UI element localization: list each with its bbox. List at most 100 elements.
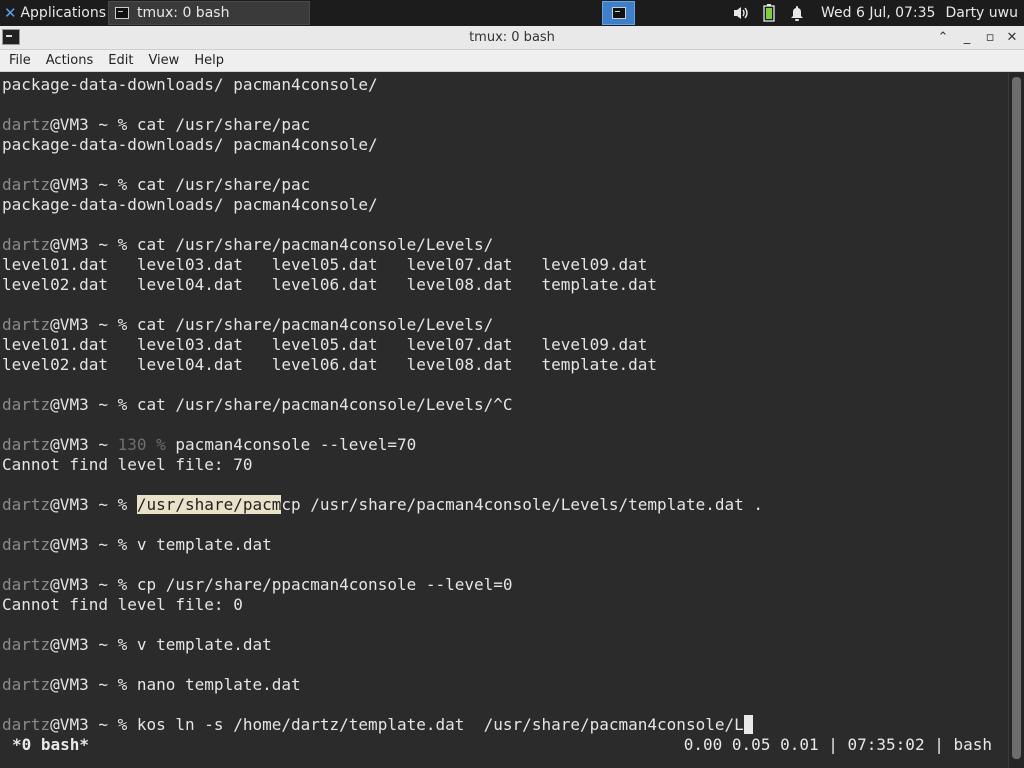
roll-up-icon[interactable]: ⌃	[934, 29, 952, 47]
terminal-line: Cannot find level file: 70	[2, 455, 763, 475]
terminal-text: package-data-downloads/ pacman4console/	[2, 75, 378, 94]
menu-bar: File Actions Edit View Help	[0, 50, 1024, 72]
notification-bell-icon[interactable]	[788, 4, 806, 22]
terminal-text: dartz	[2, 635, 51, 654]
terminal-text: @VM3 ~ %	[50, 495, 137, 514]
terminal-text: dartz	[2, 435, 51, 454]
terminal-text: dartz	[2, 675, 51, 694]
terminal-text: level01.dat level03.dat level05.dat leve…	[2, 255, 648, 274]
terminal-cursor	[743, 715, 754, 734]
window-titlebar[interactable]: tmux: 0 bash ⌃ _ ▫ ✕	[0, 26, 1024, 50]
system-tray: Wed 6 Jul, 07:35 Darty uwu	[727, 0, 1024, 26]
terminal-text: @VM3 ~ % cat /usr/share/pac	[50, 115, 311, 134]
scrollbar-thumb[interactable]	[1012, 77, 1021, 759]
menu-file[interactable]: File	[0, 53, 37, 68]
terminal-line: dartz@VM3 ~ % cat /usr/share/pac	[2, 175, 763, 195]
xfce-logo-icon: ✕	[3, 4, 17, 22]
terminal-line: dartz@VM3 ~ % nano template.dat	[2, 675, 763, 695]
terminal-line: dartz@VM3 ~ % cat /usr/share/pac	[2, 115, 763, 135]
terminal-text: level02.dat level04.dat level06.dat leve…	[2, 275, 658, 294]
terminal-text: Cannot find level file: 70	[2, 455, 253, 474]
terminal-text: dartz	[2, 315, 51, 334]
menu-view[interactable]: View	[139, 53, 185, 68]
tmux-status-bar: *0 bash* 0.00 0.05 0.01 | 07:35:02 | bas…	[0, 735, 1008, 755]
terminal-line: level01.dat level03.dat level05.dat leve…	[2, 255, 763, 275]
terminal-icon	[115, 7, 129, 19]
terminal-line: level02.dat level04.dat level06.dat leve…	[2, 275, 763, 295]
terminal-text: Cannot find level file: 0	[2, 595, 243, 614]
terminal-line: dartz@VM3 ~ % cat /usr/share/pacman4cons…	[2, 315, 763, 335]
battery-icon[interactable]	[760, 4, 778, 22]
terminal-text: @VM3 ~ % cat /usr/share/pacman4console/L…	[50, 235, 494, 254]
terminal-text: @VM3 ~ % v template.dat	[50, 635, 272, 654]
terminal-line: dartz@VM3 ~ % kos ln -s /home/dartz/temp…	[2, 715, 763, 735]
maximize-icon[interactable]: ▫	[981, 29, 999, 47]
user-menu[interactable]: Darty uwu	[945, 5, 1018, 21]
terminal-text: @VM3 ~ % v template.dat	[50, 535, 272, 554]
terminal-text: cp /usr/share/pacman4console/Levels/temp…	[281, 495, 764, 514]
terminal-text: @VM3 ~ % kos ln -s /home/dartz/template.…	[50, 715, 744, 734]
terminal-text: dartz	[2, 115, 51, 134]
terminal-text: @VM3 ~	[50, 435, 118, 454]
terminal-text: package-data-downloads/ pacman4console/	[2, 135, 378, 154]
terminal-text: dartz	[2, 575, 51, 594]
taskbar-window-button[interactable]: tmux: 0 bash	[108, 1, 310, 25]
terminal-text: level02.dat level04.dat level06.dat leve…	[2, 355, 658, 374]
tmux-window-list[interactable]: *0 bash*	[12, 735, 89, 755]
applications-menu-button[interactable]: ✕ Applications	[0, 0, 106, 26]
terminal-text: dartz	[2, 535, 51, 554]
minimize-icon[interactable]: _	[958, 29, 976, 47]
terminal-text: dartz	[2, 175, 51, 194]
terminal-text: 130 %	[117, 435, 166, 454]
top-panel: ✕ Applications tmux: 0 bash Wed 6 Jul, 0…	[0, 0, 1024, 26]
terminal-text: @VM3 ~ % cat /usr/share/pacman4console/L…	[50, 315, 494, 334]
terminal-text: dartz	[2, 715, 51, 734]
terminal-line: dartz@VM3 ~ 130 % pacman4console --level…	[2, 435, 763, 455]
terminal-output: package-data-downloads/ pacman4console/d…	[2, 75, 763, 735]
terminal-line: dartz@VM3 ~ % /usr/share/pacmcp /usr/sha…	[2, 495, 763, 515]
terminal-text: @VM3 ~ % nano template.dat	[50, 675, 301, 694]
terminal-text: package-data-downloads/ pacman4console/	[2, 195, 378, 214]
terminal-text: @VM3 ~ % cat /usr/share/pacman4console/L…	[50, 395, 513, 414]
terminal-line: dartz@VM3 ~ % v template.dat	[2, 635, 763, 655]
menu-help[interactable]: Help	[185, 53, 230, 68]
terminal-line: level01.dat level03.dat level05.dat leve…	[2, 335, 763, 355]
terminal-text: dartz	[2, 395, 51, 414]
menu-actions[interactable]: Actions	[37, 53, 100, 68]
volume-icon[interactable]	[732, 4, 750, 22]
terminal-text: level01.dat level03.dat level05.dat leve…	[2, 335, 648, 354]
terminal-line: dartz@VM3 ~ % v template.dat	[2, 535, 763, 555]
menu-edit[interactable]: Edit	[99, 53, 139, 68]
window-title: tmux: 0 bash	[469, 30, 555, 45]
terminal-text: @VM3 ~ % cp /usr/share/ppacman4console -…	[50, 575, 513, 594]
terminal-text: pacman4console --level=70	[165, 435, 417, 454]
close-icon[interactable]: ✕	[1003, 29, 1021, 47]
terminal-text: dartz	[2, 235, 51, 254]
taskbar-window-label: tmux: 0 bash	[137, 5, 230, 21]
terminal-line: package-data-downloads/ pacman4console/	[2, 135, 763, 155]
selected-text: /usr/share/pacm	[136, 495, 282, 514]
terminal-text: @VM3 ~ % cat /usr/share/pac	[50, 175, 311, 194]
terminal-area[interactable]: package-data-downloads/ pacman4console/d…	[0, 73, 1008, 768]
terminal-line: level02.dat level04.dat level06.dat leve…	[2, 355, 763, 375]
applications-label: Applications	[20, 5, 106, 21]
clock[interactable]: Wed 6 Jul, 07:35	[821, 5, 935, 21]
tmux-status-right: 0.00 0.05 0.01 | 07:35:02 | bash	[683, 735, 992, 754]
workspace-switcher-button[interactable]	[602, 1, 635, 25]
terminal-line: Cannot find level file: 0	[2, 595, 763, 615]
terminal-line: dartz@VM3 ~ % cp /usr/share/ppacman4cons…	[2, 575, 763, 595]
terminal-icon	[611, 7, 626, 19]
terminal-line: dartz@VM3 ~ % cat /usr/share/pacman4cons…	[2, 395, 763, 415]
terminal-scrollbar[interactable]	[1008, 73, 1024, 768]
